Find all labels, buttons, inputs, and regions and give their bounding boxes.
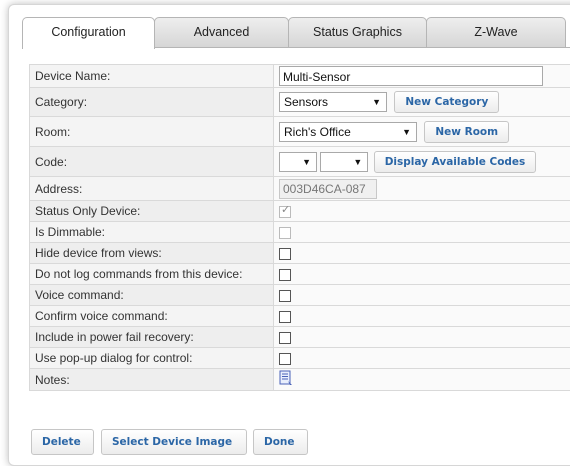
popup-dialog-checkbox[interactable]: [279, 353, 291, 365]
device-name-label: Device Name:: [30, 65, 274, 88]
room-select[interactable]: Rich's Office▼: [279, 122, 417, 142]
new-room-button[interactable]: New Room: [424, 121, 509, 143]
category-label: Category:: [30, 88, 274, 117]
row-category: Category: Sensors▼ New Category: [30, 88, 570, 117]
tab-configuration[interactable]: Configuration: [22, 17, 155, 49]
confirm-voice-checkbox[interactable]: [279, 311, 291, 323]
row-room: Room: Rich's Office▼ New Room: [30, 117, 570, 147]
chevron-down-icon: ▼: [402, 123, 411, 141]
no-log-checkbox[interactable]: [279, 269, 291, 281]
tab-status-graphics[interactable]: Status Graphics: [288, 17, 427, 47]
chevron-down-icon: ▼: [302, 153, 311, 171]
hide-device-label: Hide device from views:: [30, 243, 274, 264]
row-device-name: Device Name: Multi-Sensor: [30, 65, 570, 88]
row-is-dimmable: Is Dimmable:: [30, 222, 570, 243]
display-available-codes-button[interactable]: Display Available Codes: [374, 151, 537, 173]
category-select[interactable]: Sensors▼: [279, 92, 387, 112]
tab-z-wave[interactable]: Z-Wave: [426, 17, 566, 47]
row-power-fail: Include in power fail recovery:: [30, 327, 570, 348]
row-address: Address: 003D46CA-087: [30, 177, 570, 201]
voice-command-checkbox[interactable]: [279, 290, 291, 302]
no-log-label: Do not log commands from this device:: [30, 264, 274, 285]
chevron-down-icon: ▼: [353, 153, 362, 171]
row-status-only: Status Only Device: ✓: [30, 201, 570, 222]
delete-button[interactable]: Delete: [31, 429, 94, 455]
status-only-checkbox: ✓: [279, 206, 291, 218]
row-confirm-voice: Confirm voice command:: [30, 306, 570, 327]
room-label: Room:: [30, 117, 274, 147]
is-dimmable-label: Is Dimmable:: [30, 222, 274, 243]
power-fail-label: Include in power fail recovery:: [30, 327, 274, 348]
new-category-button[interactable]: New Category: [394, 91, 499, 113]
code-unit-select[interactable]: ▼: [320, 152, 368, 172]
notes-icon[interactable]: [279, 370, 293, 389]
tab-bar: Configuration Advanced Status Graphics Z…: [22, 17, 570, 48]
voice-command-label: Voice command:: [30, 285, 274, 306]
device-properties-table: Device Name: Multi-Sensor Category: Sens…: [29, 64, 570, 391]
notes-label: Notes:: [30, 369, 274, 391]
row-code: Code: ▼ ▼ Display Available Codes: [30, 147, 570, 177]
confirm-voice-label: Confirm voice command:: [30, 306, 274, 327]
popup-dialog-label: Use pop-up dialog for control:: [30, 348, 274, 369]
code-label: Code:: [30, 147, 274, 177]
select-device-image-button[interactable]: Select Device Image: [101, 429, 247, 455]
tab-advanced[interactable]: Advanced: [154, 17, 289, 47]
is-dimmable-checkbox: [279, 227, 291, 239]
address-field: 003D46CA-087: [279, 179, 377, 199]
row-voice-command: Voice command:: [30, 285, 570, 306]
hide-device-checkbox[interactable]: [279, 248, 291, 260]
address-label: Address:: [30, 177, 274, 201]
checkmark-icon: ✓: [281, 203, 290, 216]
done-button[interactable]: Done: [253, 429, 308, 455]
power-fail-checkbox[interactable]: [279, 332, 291, 344]
code-house-select[interactable]: ▼: [279, 152, 317, 172]
device-name-input[interactable]: Multi-Sensor: [279, 66, 543, 86]
status-only-label: Status Only Device:: [30, 201, 274, 222]
row-hide-device: Hide device from views:: [30, 243, 570, 264]
row-no-log: Do not log commands from this device:: [30, 264, 570, 285]
chevron-down-icon: ▼: [372, 93, 381, 111]
row-popup-dialog: Use pop-up dialog for control:: [30, 348, 570, 369]
row-notes: Notes:: [30, 369, 570, 391]
